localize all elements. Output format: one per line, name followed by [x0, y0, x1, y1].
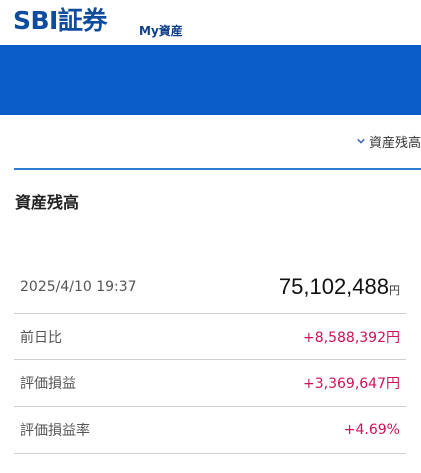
row-value: +4.69%	[343, 422, 400, 438]
timestamp: 2025/4/10 19:37	[20, 278, 137, 295]
section-divider	[14, 168, 421, 170]
unrealized-pl-row: 評価損益 +3,369,647円	[14, 360, 406, 407]
day-change-row: 前日比 +8,588,392円	[14, 314, 406, 360]
total-row: 2025/4/10 19:37 75,102,488円	[14, 260, 406, 314]
toggle-label: 資産残高	[368, 135, 421, 151]
header-banner	[0, 45, 421, 115]
currency-unit: 円	[389, 283, 400, 297]
chevron-down-icon	[357, 138, 365, 144]
site-header: SBI証券 My資産	[0, 0, 421, 45]
my-assets-title: My資産	[139, 24, 183, 38]
total-amount: 75,102,488円	[279, 274, 400, 300]
row-label: 評価損益	[20, 376, 76, 392]
asset-balance-toggle[interactable]: 資産残高	[357, 130, 421, 152]
row-value: +8,588,392円	[303, 329, 400, 346]
row-label: 評価損益率	[20, 423, 90, 439]
sbi-logo[interactable]: SBI証券	[13, 6, 107, 36]
asset-balance-heading: 資産残高	[15, 193, 80, 212]
unrealized-pl-rate-row: 評価損益率 +4.69%	[14, 407, 406, 454]
row-value: +3,369,647円	[303, 376, 400, 392]
row-label: 前日比	[20, 329, 62, 346]
total-value: 75,102,488	[278, 273, 389, 299]
